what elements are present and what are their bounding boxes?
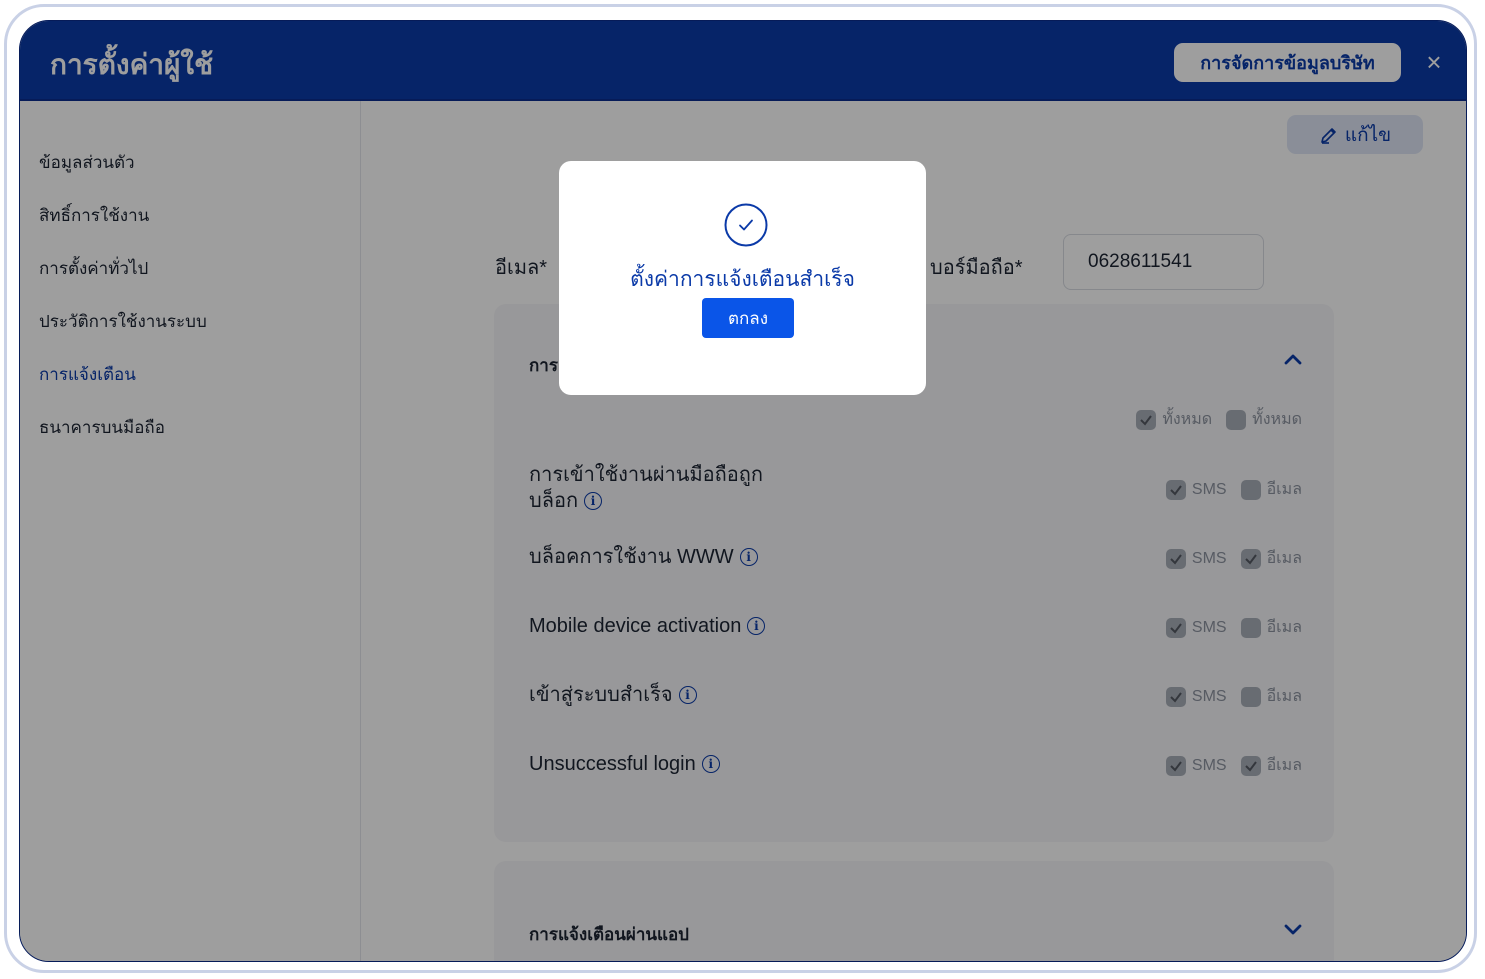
row-label-line1: การเข้าใช้งานผ่านมือถือถูก — [529, 464, 763, 486]
header-bar: การตั้งค่าผู้ใช้ การจัดการข้อมูลบริษัท × — [20, 21, 1466, 101]
chevron-down-icon[interactable] — [1282, 918, 1304, 940]
email-checkbox[interactable] — [1240, 617, 1261, 638]
check-circle-icon — [724, 203, 768, 247]
row-options: SMS อีเมล — [1158, 684, 1302, 709]
row-label-mobile-activation: Mobile device activation i — [529, 613, 766, 639]
sms-label: SMS — [1191, 687, 1227, 705]
select-all-sms-label: ทั้งหมด — [1162, 411, 1213, 428]
sms-checkbox[interactable] — [1165, 617, 1186, 638]
select-all-email-checkbox[interactable] — [1226, 409, 1247, 430]
select-all-sms-checkbox[interactable] — [1136, 409, 1157, 430]
email-checkbox[interactable] — [1240, 755, 1261, 776]
section-title-app-notifications: การแจ้งเตือนผ่านแอป — [529, 925, 689, 944]
email-label: อีเมล — [1266, 757, 1302, 774]
row-label-text: เข้าสู่ระบบสำเร็จ — [529, 684, 673, 706]
email-checkbox[interactable] — [1240, 548, 1261, 569]
row-options: SMS อีเมล — [1158, 477, 1302, 502]
row-options: SMS อีเมล — [1158, 546, 1302, 571]
row-options: SMS อีเมล — [1158, 753, 1302, 778]
select-all-row: ทั้งหมด ทั้งหมด — [1128, 407, 1302, 432]
sidebar: ข้อมูลส่วนตัว สิทธิ์การใช้งาน การตั้งค่า… — [20, 101, 361, 961]
sms-checkbox[interactable] — [1165, 755, 1186, 776]
sms-label: SMS — [1191, 480, 1227, 498]
sidebar-item-usage-history[interactable]: ประวัติการใช้งานระบบ — [39, 308, 207, 335]
row-label-www-block: บล็อคการใช้งาน WWW i — [529, 544, 758, 570]
row-label-mobile-blocked: การเข้าใช้งานผ่านมือถือถูก บล็อก i — [529, 462, 763, 514]
row-label-line2: บล็อก — [529, 490, 579, 512]
sidebar-item-general-settings[interactable]: การตั้งค่าทั่วไป — [39, 255, 148, 282]
notification-card-app: การแจ้งเตือนผ่านแอป — [494, 861, 1334, 961]
email-label: อีเมล* — [495, 257, 548, 279]
email-label: อีเมล — [1266, 550, 1302, 567]
sms-checkbox[interactable] — [1165, 479, 1186, 500]
sidebar-item-notifications[interactable]: การแจ้งเตือน — [39, 361, 136, 388]
email-label: อีเมล — [1266, 481, 1302, 498]
sidebar-item-permissions[interactable]: สิทธิ์การใช้งาน — [39, 202, 149, 229]
sms-checkbox[interactable] — [1165, 686, 1186, 707]
sms-label: SMS — [1191, 549, 1227, 567]
pencil-icon — [1321, 127, 1336, 144]
chevron-up-icon[interactable] — [1282, 349, 1304, 371]
edit-button-label: แก้ไข — [1344, 124, 1392, 146]
row-label-login-success: เข้าสู่ระบบสำเร็จ i — [529, 682, 697, 708]
row-label-text: Unsuccessful login — [529, 753, 696, 775]
ok-button[interactable]: ตกลง — [702, 298, 794, 338]
row-label-text: Mobile device activation — [529, 615, 742, 637]
sidebar-item-mobile-banking[interactable]: ธนาคารบนมือถือ — [39, 414, 165, 441]
info-icon[interactable]: i — [584, 492, 603, 510]
info-icon[interactable]: i — [678, 686, 697, 704]
info-icon[interactable]: i — [701, 755, 720, 773]
info-icon[interactable]: i — [747, 617, 766, 635]
email-label: อีเมล — [1266, 688, 1302, 705]
sidebar-item-profile[interactable]: ข้อมูลส่วนตัว — [39, 149, 135, 176]
sms-label: SMS — [1191, 618, 1227, 636]
row-label-unsuccessful-login: Unsuccessful login i — [529, 751, 720, 777]
email-label: อีเมล — [1266, 619, 1302, 636]
email-checkbox[interactable] — [1240, 686, 1261, 707]
phone-input[interactable] — [1063, 234, 1264, 290]
sms-checkbox[interactable] — [1165, 548, 1186, 569]
row-options: SMS อีเมล — [1158, 615, 1302, 640]
row-label-text: บล็อคการใช้งาน WWW — [529, 546, 734, 568]
info-icon[interactable]: i — [739, 548, 758, 566]
section-title: การ — [529, 356, 558, 375]
page-title: การตั้งค่าผู้ใช้ — [50, 49, 214, 80]
edit-button[interactable]: แก้ไข — [1287, 115, 1423, 154]
email-checkbox[interactable] — [1240, 479, 1261, 500]
success-modal: ตั้งค่าการแจ้งเตือนสำเร็จ ตกลง — [559, 161, 926, 395]
phone-label: บอร์มือถือ* — [930, 257, 1023, 279]
sms-label: SMS — [1191, 756, 1227, 774]
select-all-email-label: ทั้งหมด — [1252, 411, 1302, 428]
company-management-button[interactable]: การจัดการข้อมูลบริษัท — [1174, 43, 1401, 82]
modal-message: ตั้งค่าการแจ้งเตือนสำเร็จ — [630, 268, 855, 291]
close-icon[interactable]: × — [1418, 47, 1450, 79]
